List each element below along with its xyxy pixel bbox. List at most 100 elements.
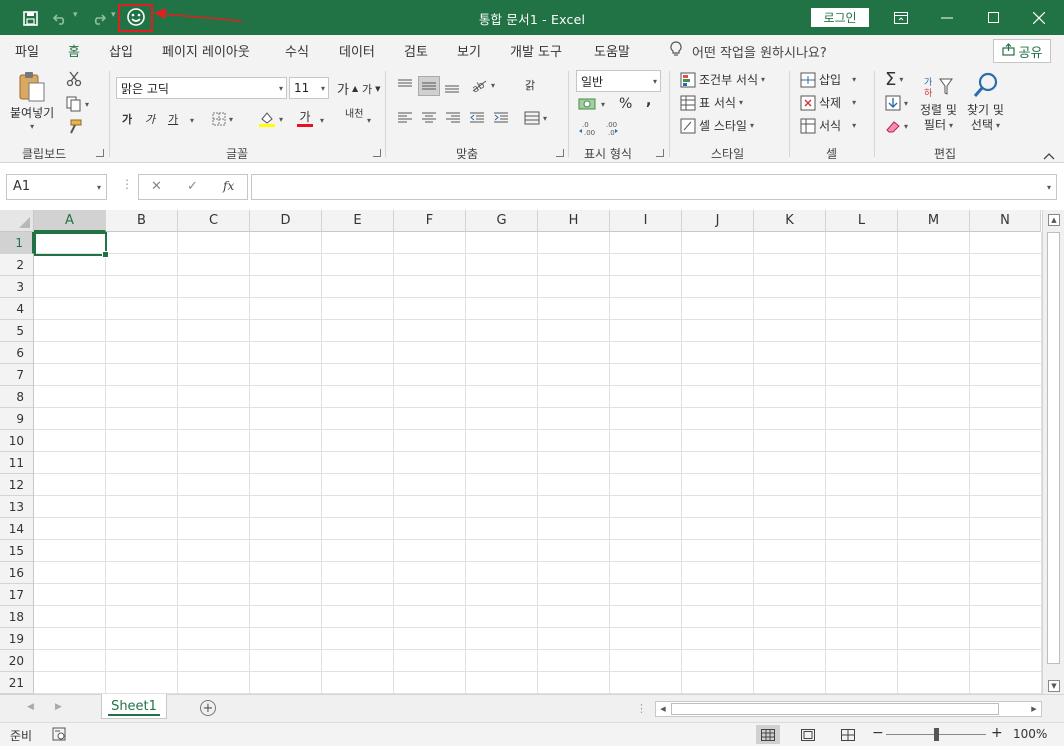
row-header-8[interactable]: 8 <box>0 386 34 408</box>
increase-decimal-icon[interactable]: .0.00 <box>579 120 597 136</box>
vertical-scroll-thumb[interactable] <box>1047 232 1060 664</box>
column-header-n[interactable]: N <box>970 210 1041 232</box>
number-launcher-icon[interactable] <box>656 149 664 157</box>
column-header-i[interactable]: I <box>610 210 682 232</box>
alignment-launcher-icon[interactable] <box>556 149 564 157</box>
fill-icon[interactable]: ▾ <box>885 95 908 111</box>
align-bottom-icon[interactable] <box>444 80 460 94</box>
chevron-down-icon[interactable]: ▾ <box>852 121 856 130</box>
row-header-19[interactable]: 19 <box>0 628 34 650</box>
tell-me-search[interactable]: 어떤 작업을 원하시나요? <box>670 41 827 61</box>
column-header-e[interactable]: E <box>322 210 394 232</box>
page-break-view-icon[interactable] <box>836 725 860 744</box>
row-header-4[interactable]: 4 <box>0 298 34 320</box>
copy-icon[interactable]: ▾ <box>66 96 89 112</box>
name-box[interactable]: A1 ▾ <box>6 174 107 200</box>
italic-button[interactable]: 가 <box>145 111 155 127</box>
row-header-17[interactable]: 17 <box>0 584 34 606</box>
select-all-corner[interactable] <box>0 210 34 232</box>
tab-insert[interactable]: 삽입 <box>109 41 133 60</box>
paste-dropdown-icon[interactable]: ▾ <box>30 122 34 131</box>
format-cells-button[interactable]: 서식 ▾ <box>800 117 856 134</box>
align-top-icon[interactable] <box>397 78 413 92</box>
copy-dropdown-icon[interactable]: ▾ <box>85 100 89 109</box>
row-header-13[interactable]: 13 <box>0 496 34 518</box>
row-header-14[interactable]: 14 <box>0 518 34 540</box>
tab-formulas[interactable]: 수식 <box>285 41 309 60</box>
chevron-down-icon[interactable]: ▾ <box>279 115 283 124</box>
minimize-icon[interactable] <box>924 0 970 35</box>
column-header-l[interactable]: L <box>826 210 898 232</box>
chevron-down-icon[interactable]: ▾ <box>321 84 325 93</box>
autosum-icon[interactable]: Σ ▾ <box>885 69 903 90</box>
row-header-21[interactable]: 21 <box>0 672 34 694</box>
prev-sheet-icon[interactable]: ◀ <box>27 702 34 712</box>
bold-button[interactable]: 가 <box>122 111 132 127</box>
decrease-indent-icon[interactable] <box>469 111 485 125</box>
sheet-tab[interactable]: Sheet1 <box>101 694 167 719</box>
percent-button[interactable]: % <box>619 96 632 112</box>
clipboard-launcher-icon[interactable] <box>96 149 104 157</box>
cell-styles-button[interactable]: 셀 스타일 ▾ <box>680 117 754 134</box>
tab-data[interactable]: 데이터 <box>339 41 375 60</box>
delete-cells-button[interactable]: 삭제 ▾ <box>800 94 856 111</box>
tab-split-handle[interactable]: ⋮ <box>636 702 647 715</box>
enter-icon[interactable]: ✓ <box>187 179 198 194</box>
close-icon[interactable] <box>1016 0 1062 35</box>
zoom-slider-thumb[interactable] <box>934 728 939 741</box>
row-header-12[interactable]: 12 <box>0 474 34 496</box>
chevron-down-icon[interactable]: ▾ <box>543 114 547 123</box>
tab-help[interactable]: 도움말 <box>594 41 630 60</box>
page-layout-view-icon[interactable] <box>796 725 820 744</box>
chevron-down-icon[interactable]: ▾ <box>852 98 856 107</box>
ribbon-display-options-icon[interactable] <box>878 0 924 35</box>
tab-view[interactable]: 보기 <box>457 41 481 60</box>
align-middle-icon[interactable] <box>418 76 440 96</box>
row-header-16[interactable]: 16 <box>0 562 34 584</box>
tab-home[interactable]: 홈 <box>65 41 83 67</box>
conditional-formatting-button[interactable]: 조건부 서식 ▾ <box>680 71 765 88</box>
scroll-right-icon[interactable]: ▶ <box>1028 703 1040 715</box>
chevron-down-icon[interactable]: ▾ <box>653 77 657 86</box>
column-header-g[interactable]: G <box>466 210 538 232</box>
font-name-combo[interactable]: 맑은 고딕 ▾ <box>116 77 287 99</box>
add-sheet-icon[interactable]: + <box>200 700 216 716</box>
align-left-icon[interactable] <box>397 111 413 125</box>
login-button[interactable]: 로그인 <box>811 8 869 27</box>
tab-review[interactable]: 검토 <box>404 41 428 60</box>
tab-page-layout[interactable]: 페이지 레이아웃 <box>162 41 250 60</box>
collapse-ribbon-icon[interactable] <box>1043 149 1055 163</box>
column-header-a[interactable]: A <box>34 210 106 232</box>
expand-formula-icon[interactable]: ▾ <box>1047 183 1051 192</box>
chevron-down-icon[interactable]: ▾ <box>750 121 754 130</box>
splitter-handle[interactable]: ⋮ <box>121 177 133 191</box>
zoom-level[interactable]: 100% <box>1013 727 1047 741</box>
wrap-text-button[interactable]: 갉 <box>525 77 535 93</box>
sort-filter-button[interactable]: 가하 정렬 및 필터 ▾ <box>920 73 957 133</box>
column-header-m[interactable]: M <box>898 210 970 232</box>
active-cell[interactable] <box>34 232 109 258</box>
scroll-down-icon[interactable]: ▼ <box>1048 680 1060 692</box>
row-header-20[interactable]: 20 <box>0 650 34 672</box>
chevron-down-icon[interactable]: ▾ <box>739 98 743 107</box>
underline-button[interactable]: 가 <box>168 111 178 127</box>
grow-font-button[interactable]: 가 ▲ <box>337 79 358 98</box>
borders-icon[interactable]: ▾ <box>212 112 233 126</box>
phonetic-button[interactable]: 내천 <box>345 110 363 120</box>
font-size-combo[interactable]: 11 ▾ <box>289 77 329 99</box>
macro-record-icon[interactable] <box>52 727 66 744</box>
merge-center-icon[interactable]: ▾ <box>524 111 547 125</box>
vertical-scrollbar[interactable]: ▲ ▼ <box>1042 210 1064 694</box>
chevron-down-icon[interactable]: ▾ <box>97 183 101 192</box>
cancel-icon[interactable]: ✕ <box>151 179 162 194</box>
chevron-down-icon[interactable]: ▾ <box>949 118 953 133</box>
accounting-format-icon[interactable]: ▾ <box>578 96 605 112</box>
chevron-down-icon[interactable]: ▾ <box>761 75 765 84</box>
zoom-in-button[interactable]: + <box>991 725 1003 741</box>
cell-grid[interactable] <box>34 232 1042 694</box>
chevron-down-icon[interactable]: ▾ <box>229 115 233 124</box>
column-header-b[interactable]: B <box>106 210 178 232</box>
row-header-5[interactable]: 5 <box>0 320 34 342</box>
orientation-icon[interactable]: ab ▾ <box>470 77 495 93</box>
formula-input[interactable]: ▾ <box>251 174 1057 200</box>
